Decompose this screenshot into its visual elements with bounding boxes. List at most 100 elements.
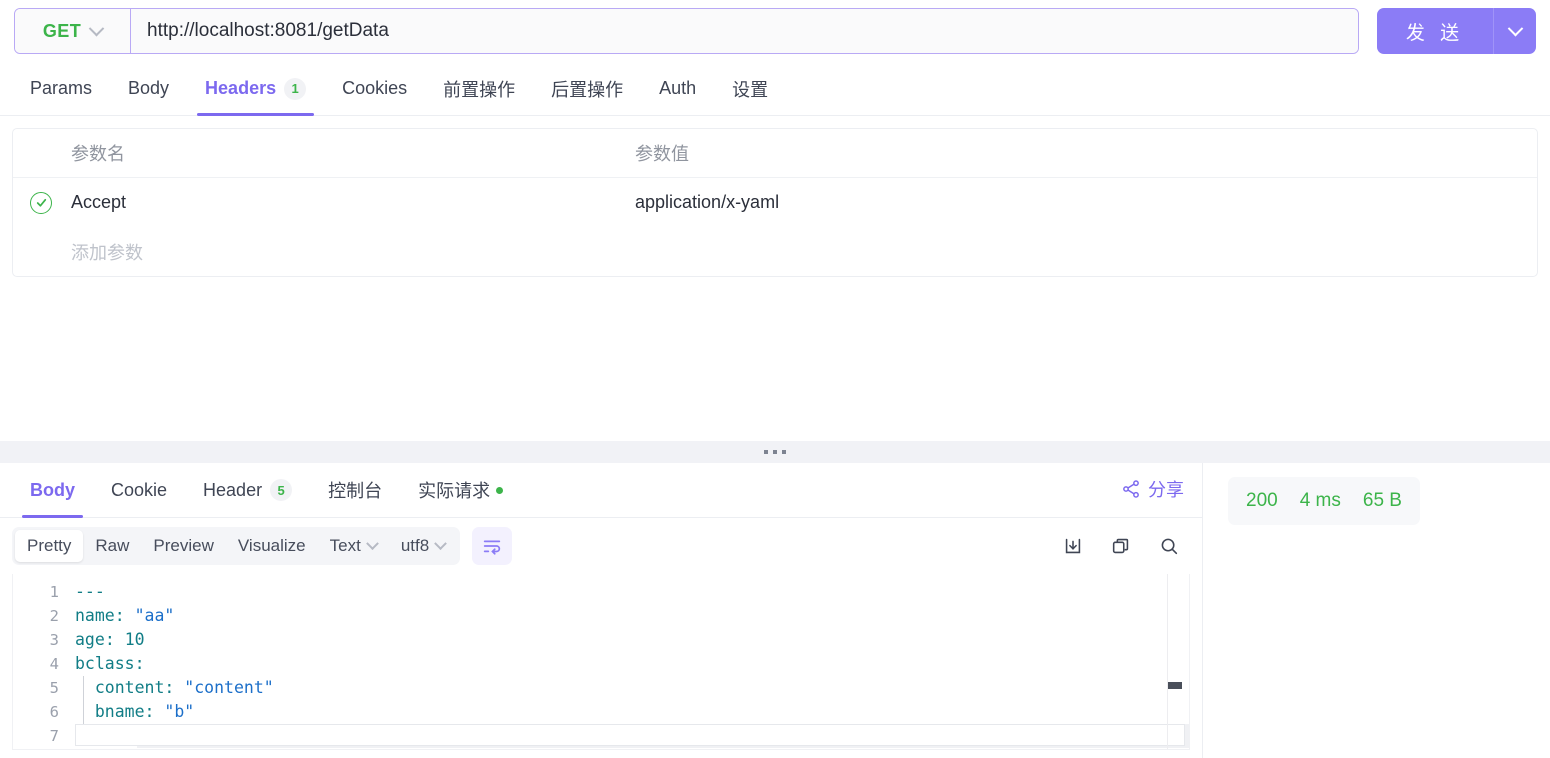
code-line: 3 age: 10 <box>13 628 1189 652</box>
table-body: Accept application/x-yaml <box>13 178 1537 227</box>
request-tab-label: Body <box>128 78 170 98</box>
request-tab-params[interactable]: Params <box>12 62 110 116</box>
view-mode-visualize[interactable]: Visualize <box>226 530 318 562</box>
response-tab-body[interactable]: Body <box>12 463 93 518</box>
download-icon <box>1065 538 1081 554</box>
copy-icon <box>1112 538 1129 554</box>
response-tabs: Body Cookie Header 5 控制台 实际请求 分享 <box>0 463 1202 518</box>
word-wrap-button[interactable] <box>472 527 513 565</box>
code-line: 2 name: "aa" <box>13 604 1189 628</box>
chevron-down-icon <box>88 20 105 36</box>
request-tab-auth[interactable]: Auth <box>641 62 714 116</box>
share-button[interactable]: 分享 <box>1121 476 1184 502</box>
panel-resize-handle[interactable] <box>0 441 1550 463</box>
response-panel: Body Cookie Header 5 控制台 实际请求 分享 Pretty Raw Pre… <box>0 463 1203 758</box>
code-scrollbar[interactable] <box>1167 574 1182 749</box>
drag-dot-icon <box>764 450 768 454</box>
code-content: 1 --- 2 name: "aa" 3 age: 10 4 bclass: 5 content… <box>13 574 1189 748</box>
request-tab-headers[interactable]: Headers 1 <box>187 62 324 116</box>
cursor-line-box <box>75 724 1185 746</box>
send-button[interactable]: 发 送 <box>1377 8 1493 54</box>
chevron-down-icon <box>434 536 448 550</box>
request-tab-前置操作[interactable]: 前置操作 <box>425 62 533 116</box>
code-token: --- <box>75 582 105 601</box>
response-tab-header[interactable]: Header 5 <box>185 463 310 518</box>
code-token: "content" <box>184 678 274 697</box>
code-line-text: bclass: <box>75 652 1189 676</box>
response-tab-label: 实际请求 <box>418 481 491 501</box>
drag-dot-icon <box>773 450 777 454</box>
response-tab-实际请求[interactable]: 实际请求 <box>400 463 521 518</box>
request-tab-label: 前置操作 <box>443 79 516 100</box>
response-tab-控制台[interactable]: 控制台 <box>310 463 400 518</box>
request-tab-label: 后置操作 <box>551 79 624 100</box>
request-tab-后置操作[interactable]: 后置操作 <box>533 62 641 116</box>
response-body-viewer[interactable]: 1 --- 2 name: "aa" 3 age: 10 4 bclass: 5 content… <box>12 574 1190 750</box>
line-number: 3 <box>49 631 59 649</box>
response-tab-cookie[interactable]: Cookie <box>93 463 185 518</box>
code-token: "b" <box>164 702 195 721</box>
row-enabled-checkbox[interactable] <box>13 191 69 214</box>
param-name-cell[interactable]: Accept <box>69 192 635 213</box>
code-token: : <box>144 702 165 721</box>
response-tab-label: Cookie <box>111 479 168 500</box>
format-select-label: Text <box>329 536 361 555</box>
format-select[interactable]: Text <box>318 530 389 562</box>
param-value-cell[interactable]: application/x-yaml <box>635 192 1537 213</box>
response-tab-label: Header <box>203 479 263 500</box>
code-token: : <box>114 606 135 625</box>
code-token: bclass <box>75 654 135 673</box>
request-tab-badge: 1 <box>284 77 307 100</box>
request-tab-cookies[interactable]: Cookies <box>324 62 425 116</box>
unread-dot-icon <box>496 486 504 494</box>
code-line-text: age: 10 <box>75 628 1189 652</box>
chevron-down-icon <box>365 536 379 550</box>
search-button[interactable] <box>1158 535 1180 557</box>
url-bar: GET <box>14 8 1359 54</box>
add-param-row[interactable]: 添加参数 <box>13 227 1537 276</box>
line-number: 1 <box>49 583 59 601</box>
column-header-value: 参数值 <box>635 144 689 164</box>
view-mode-preview[interactable]: Preview <box>141 530 225 562</box>
view-mode-pretty[interactable]: Pretty <box>15 530 84 562</box>
request-tab-设置[interactable]: 设置 <box>714 62 786 116</box>
code-line-text: content: "content" <box>75 676 1189 700</box>
code-token: 10 <box>124 630 145 649</box>
code-scroll-area[interactable]: 1 --- 2 name: "aa" 3 age: 10 4 bclass: 5 content… <box>13 574 1189 749</box>
response-tab-label: 控制台 <box>328 481 383 501</box>
code-line: 7 <box>13 724 1189 748</box>
table-header-row: 参数名 参数值 <box>13 129 1537 178</box>
code-line-text: --- <box>75 580 1189 604</box>
view-mode-list: Pretty Raw Preview Visualize <box>15 530 318 562</box>
check-circle-icon <box>30 191 52 214</box>
charset-select[interactable]: utf8 <box>389 530 457 562</box>
line-number: 7 <box>49 727 59 745</box>
chevron-down-icon <box>1507 20 1523 36</box>
http-method-selector[interactable]: GET <box>15 9 131 53</box>
code-scrollbar-thumb[interactable] <box>1168 682 1182 689</box>
share-label: 分享 <box>1148 480 1184 500</box>
search-icon <box>1161 538 1178 555</box>
view-mode-raw[interactable]: Raw <box>83 530 141 562</box>
code-token: bname <box>75 702 145 721</box>
share-icon <box>1123 480 1139 498</box>
status-code: 200 <box>1246 490 1278 511</box>
code-token: "aa" <box>134 606 175 625</box>
word-wrap-icon <box>483 540 501 555</box>
add-param-placeholder[interactable]: 添加参数 <box>69 239 635 265</box>
line-number: 6 <box>49 703 59 721</box>
code-token: age <box>75 630 105 649</box>
http-method-label: GET <box>42 20 82 41</box>
code-line-text: name: "aa" <box>75 604 1189 628</box>
copy-button[interactable] <box>1110 535 1132 557</box>
request-tab-body[interactable]: Body <box>110 62 187 116</box>
table-row[interactable]: Accept application/x-yaml <box>13 178 1537 227</box>
code-line: 5 content: "content" <box>13 676 1189 700</box>
send-options-button[interactable] <box>1494 8 1536 54</box>
status-badge: 200 4 ms 65 B <box>1228 477 1420 525</box>
code-token: : <box>104 630 125 649</box>
download-button[interactable] <box>1062 535 1084 557</box>
line-number: 4 <box>49 655 59 673</box>
view-mode-segmented: Pretty Raw Preview Visualize Text utf8 <box>12 527 461 565</box>
url-input[interactable] <box>131 9 1358 53</box>
